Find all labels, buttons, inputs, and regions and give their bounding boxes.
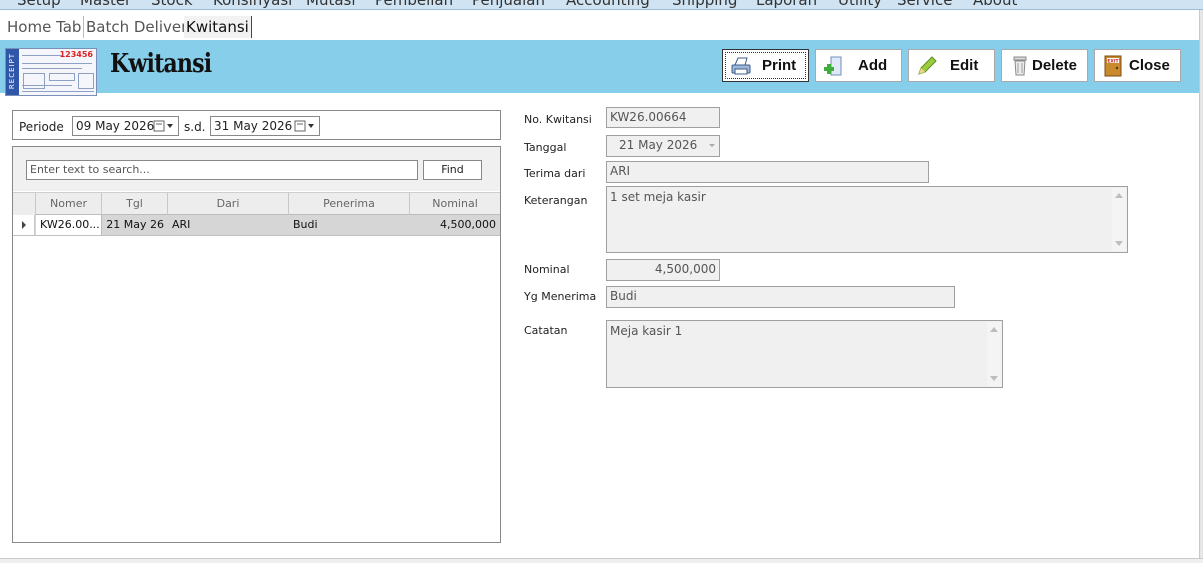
menu-stock[interactable]: Stock: [151, 0, 193, 9]
tanggal-label: Tanggal: [524, 141, 567, 154]
keterangan-scrollbar[interactable]: [1112, 188, 1126, 251]
nominal-field[interactable]: 4,500,000: [606, 259, 720, 281]
menu-utility[interactable]: Utility: [838, 0, 882, 9]
menu-accounting[interactable]: Accounting: [566, 0, 650, 9]
no-kwitansi-label: No. Kwitansi: [524, 113, 592, 126]
add-document-icon: [824, 56, 842, 76]
receipt-logo-icon: RECEIPT 123456: [5, 48, 97, 96]
main-menu-bar: Setup Master Stock Konsinyasi Mutasi Pem…: [0, 0, 1203, 10]
scroll-up-icon[interactable]: [1115, 193, 1123, 198]
window-bottom-border: [0, 558, 1203, 563]
delete-button[interactable]: Delete: [1001, 49, 1088, 82]
tab-home[interactable]: Home Tab: [5, 16, 85, 38]
document-tab-strip: Home Tab Batch Delivery Kwitansi: [0, 12, 1203, 40]
from-date-value: 09 May 2026: [76, 119, 155, 133]
receipt-logo-label: RECEIPT: [8, 52, 17, 90]
catatan-scrollbar[interactable]: [987, 322, 1001, 386]
menu-master[interactable]: Master: [80, 0, 131, 9]
table-row[interactable]: KW26.00... 21 May 26 ARI Budi 4,500,000: [13, 215, 500, 236]
nominal-label: Nominal: [524, 263, 570, 276]
close-button[interactable]: EXIT Close: [1094, 49, 1181, 82]
from-date-picker[interactable]: 09 May 2026: [72, 116, 179, 136]
form-header: RECEIPT 123456 Kwitansi Print Add Edit D…: [0, 40, 1200, 96]
receipt-logo-number: 123456: [59, 50, 93, 59]
keterangan-textarea[interactable]: 1 set meja kasir: [606, 186, 1128, 253]
to-date-picker[interactable]: 31 May 2026: [210, 116, 320, 136]
window-right-border: [1199, 10, 1203, 560]
catatan-label: Catatan: [524, 324, 568, 337]
column-header-dari[interactable]: Dari: [168, 193, 289, 215]
keterangan-value: 1 set meja kasir: [610, 190, 706, 204]
yg-menerima-field[interactable]: Budi: [606, 286, 955, 308]
row-indicator: [13, 215, 35, 235]
terima-dari-label: Terima dari: [524, 167, 586, 180]
grid-corner: [13, 193, 36, 215]
cell-penerima[interactable]: Budi: [289, 215, 410, 235]
close-button-label: Close: [1129, 57, 1170, 74]
terima-dari-field[interactable]: ARI: [606, 161, 929, 183]
kwitansi-grid: Enter text to search... Find Nomer Tgl D…: [12, 146, 501, 543]
delete-button-label: Delete: [1032, 57, 1078, 74]
current-row-arrow-icon: [22, 221, 26, 229]
periode-filter: Periode 09 May 2026 s.d. 31 May 2026: [12, 110, 501, 140]
tab-kwitansi[interactable]: Kwitansi: [184, 16, 252, 38]
cell-tgl[interactable]: 21 May 26: [102, 215, 168, 235]
grid-search-panel: Enter text to search... Find: [13, 147, 500, 191]
periode-label: Periode: [19, 120, 64, 134]
scroll-down-icon[interactable]: [1115, 241, 1123, 246]
column-header-tgl[interactable]: Tgl: [102, 193, 168, 215]
add-button[interactable]: Add: [815, 49, 902, 82]
calendar-dropdown-icon[interactable]: [152, 119, 176, 133]
edit-button[interactable]: Edit: [908, 49, 995, 82]
column-header-nomer[interactable]: Nomer: [36, 193, 102, 215]
no-kwitansi-field[interactable]: KW26.00664: [606, 107, 720, 128]
menu-laporan[interactable]: Laporan: [756, 0, 817, 9]
catatan-textarea[interactable]: Meja kasir 1: [606, 320, 1003, 388]
column-header-penerima[interactable]: Penerima: [289, 193, 410, 215]
sd-label: s.d.: [184, 120, 206, 134]
menu-pembelian[interactable]: Pembelian: [375, 0, 453, 9]
cell-nomer[interactable]: KW26.00...: [36, 215, 102, 235]
catatan-value: Meja kasir 1: [610, 324, 683, 338]
add-button-label: Add: [858, 57, 888, 74]
pencil-icon: [918, 56, 937, 75]
chevron-down-icon[interactable]: [709, 144, 715, 147]
search-input[interactable]: Enter text to search...: [26, 160, 418, 180]
exit-door-icon: EXIT: [1104, 55, 1122, 77]
tab-batch-delivery[interactable]: Batch Delivery: [84, 16, 200, 38]
edit-button-label: Edit: [950, 57, 979, 74]
svg-text:EXIT: EXIT: [1107, 59, 1119, 65]
cell-dari[interactable]: ARI: [168, 215, 289, 235]
page-title: Kwitansi: [110, 49, 212, 79]
menu-shipping[interactable]: Shipping: [672, 0, 737, 9]
find-button[interactable]: Find: [423, 160, 482, 180]
keterangan-label: Keterangan: [524, 194, 588, 207]
calendar-dropdown-icon[interactable]: [293, 119, 317, 133]
yg-menerima-label: Yg Menerima: [524, 290, 597, 303]
menu-service[interactable]: Service: [897, 0, 952, 9]
cell-nominal[interactable]: 4,500,000: [410, 215, 500, 235]
tanggal-value: 21 May 2026: [619, 138, 698, 152]
menu-penjualan[interactable]: Penjualan: [472, 0, 545, 9]
print-button[interactable]: Print: [722, 49, 809, 82]
menu-setup[interactable]: Setup: [17, 0, 61, 9]
printer-icon: [731, 57, 751, 75]
tanggal-date-field[interactable]: 21 May 2026: [606, 135, 720, 157]
scroll-up-icon[interactable]: [990, 327, 998, 332]
grid-header: Nomer Tgl Dari Penerima Nominal: [13, 192, 500, 215]
to-date-value: 31 May 2026: [214, 119, 293, 133]
scroll-down-icon[interactable]: [990, 376, 998, 381]
column-header-nominal[interactable]: Nominal: [410, 193, 500, 215]
menu-about[interactable]: About: [973, 0, 1017, 9]
menu-mutasi[interactable]: Mutasi: [306, 0, 356, 9]
print-button-label: Print: [762, 57, 797, 74]
trash-icon: [1013, 56, 1027, 76]
menu-konsinyasi[interactable]: Konsinyasi: [213, 0, 292, 9]
